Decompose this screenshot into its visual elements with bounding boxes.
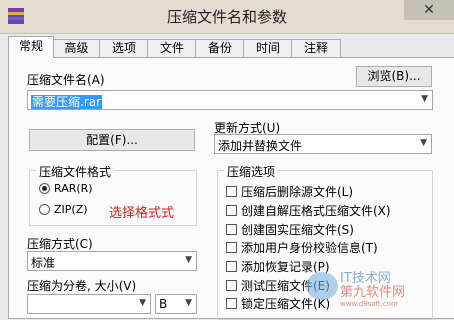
update-mode-value: 添加并替换文件 — [218, 139, 303, 153]
option-label: 创建自解压格式压缩文件(X) — [241, 204, 391, 218]
archive-name-label: 压缩文件名(A) — [27, 73, 105, 87]
split-unit-combo[interactable]: B ▼ — [155, 294, 197, 314]
tab-comment[interactable]: 注释 — [291, 39, 341, 57]
tab-options[interactable]: 选项 — [99, 39, 149, 57]
title-bar[interactable]: 压缩文件名和参数 ✕ — [0, 0, 454, 34]
archive-name-value: 需要压缩.rar — [31, 95, 103, 109]
solid-checkbox[interactable]: 创建固实压缩文件(S) — [226, 221, 354, 238]
checkbox-icon[interactable] — [226, 242, 237, 253]
watermark-it: IT技术网 — [340, 271, 391, 286]
split-volumes-label: 压缩为分卷, 大小(V) — [27, 279, 137, 293]
tab-time[interactable]: 时间 — [243, 39, 293, 57]
tab-general[interactable]: 常规 — [8, 36, 54, 58]
chevron-down-icon[interactable]: ▼ — [185, 255, 192, 265]
checkbox-icon[interactable] — [226, 280, 237, 291]
compression-method-label: 压缩方式(C) — [27, 237, 93, 251]
option-label: 压缩后删除源文件(L) — [241, 185, 354, 199]
chevron-down-icon[interactable]: ▼ — [420, 138, 427, 148]
option-label: 添加用户身份校验信息(T) — [241, 241, 378, 255]
option-label: 创建固实压缩文件(S) — [241, 223, 354, 237]
watermark-title: 第九软件网 — [340, 285, 405, 300]
archive-format-title: 压缩文件格式 — [36, 163, 115, 180]
rar-radio[interactable]: RAR(R) — [39, 182, 93, 195]
zip-radio-label: ZIP(Z) — [54, 203, 88, 216]
zip-radio[interactable]: ZIP(Z) — [39, 203, 88, 216]
checkbox-icon[interactable] — [226, 224, 237, 235]
watermark-url: www.d9soft.com — [340, 300, 398, 308]
window-title: 压缩文件名和参数 — [166, 8, 287, 26]
chevron-down-icon[interactable]: ▼ — [139, 298, 146, 308]
chevron-down-icon[interactable]: ▼ — [185, 298, 192, 308]
delete-files-checkbox[interactable]: 压缩后删除源文件(L) — [226, 183, 353, 200]
archive-name-combo[interactable]: 需要压缩.rar ▼ — [27, 90, 433, 110]
chevron-down-icon[interactable]: ▼ — [421, 94, 428, 104]
update-mode-combo[interactable]: 添加并替换文件 ▼ — [214, 134, 432, 154]
radio-checked-icon[interactable] — [39, 183, 50, 194]
authenticity-checkbox[interactable]: 添加用户身份校验信息(T) — [226, 239, 378, 256]
checkbox-icon[interactable] — [226, 261, 237, 272]
browse-button[interactable]: 浏览(B)... — [356, 66, 432, 87]
split-volumes-combo[interactable]: ▼ — [27, 294, 151, 314]
checkbox-icon[interactable] — [226, 186, 237, 197]
close-button[interactable]: ✕ — [404, 0, 454, 20]
rar-radio-label: RAR(R) — [54, 182, 93, 195]
compression-method-combo[interactable]: 标准 ▼ — [27, 251, 197, 271]
profiles-button[interactable]: 配置(F)... — [29, 129, 195, 151]
archive-options-title: 压缩选项 — [224, 163, 279, 180]
checkbox-icon[interactable] — [226, 298, 237, 309]
tab-files[interactable]: 文件 — [147, 39, 197, 57]
split-unit-value: B — [159, 297, 168, 311]
compression-method-value: 标准 — [31, 256, 56, 270]
watermark-logo: IT技术网 第九软件网 www.d9soft.com — [306, 271, 405, 308]
radio-unchecked-icon[interactable] — [39, 204, 50, 215]
checkbox-icon[interactable] — [226, 205, 237, 216]
sfx-checkbox[interactable]: 创建自解压格式压缩文件(X) — [226, 202, 391, 219]
format-annotation: 选择格式式 — [109, 206, 175, 221]
tab-advanced[interactable]: 高级 — [52, 39, 101, 57]
tab-backup[interactable]: 备份 — [195, 39, 245, 57]
